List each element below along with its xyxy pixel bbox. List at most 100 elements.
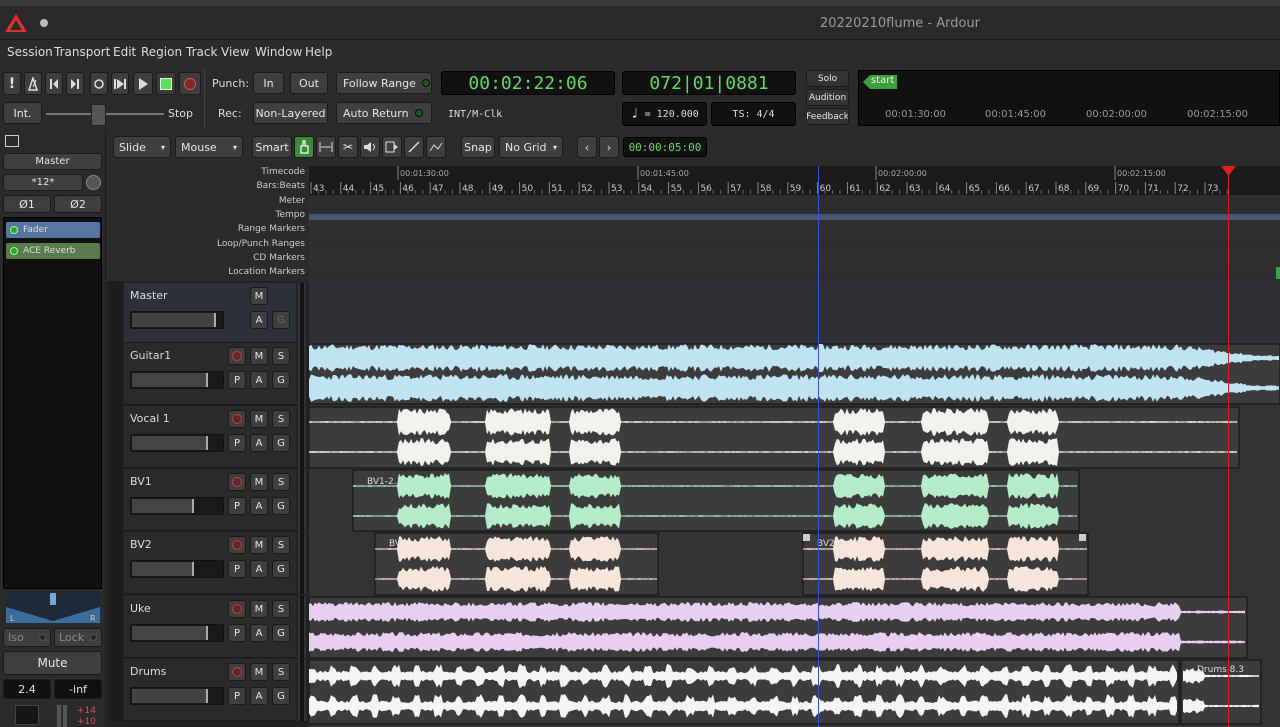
playlist-button[interactable]: P xyxy=(228,560,246,578)
plugin-ace-reverb[interactable]: ACE Reverb xyxy=(6,243,100,259)
solo-button[interactable]: S xyxy=(272,347,290,365)
track-gain-fader[interactable] xyxy=(130,560,224,578)
range-tool-button[interactable] xyxy=(316,136,336,158)
trim-knob-icon[interactable] xyxy=(86,175,101,190)
playlist-button[interactable]: P xyxy=(228,434,246,452)
automation-button[interactable]: A xyxy=(250,687,268,705)
track-name[interactable]: BV2 xyxy=(130,538,152,551)
smart-mode-button[interactable]: Smart xyxy=(252,136,292,158)
audition-indicator[interactable]: Audition xyxy=(806,89,849,106)
playhead-marker-icon[interactable] xyxy=(1221,166,1236,176)
automation-button[interactable]: A xyxy=(250,560,268,578)
phase-invert-2-button[interactable]: Ø2 xyxy=(54,195,102,213)
automation-button[interactable]: A xyxy=(250,434,268,452)
grid-dropdown[interactable]: No Grid ▾ xyxy=(499,136,563,158)
group-button[interactable]: G xyxy=(272,624,290,642)
track-gain-fader[interactable] xyxy=(130,687,224,705)
draw-tool-button[interactable] xyxy=(404,136,424,158)
group-button[interactable]: G xyxy=(272,434,290,452)
nudge-clock[interactable]: 00:00:05:00 xyxy=(623,137,707,157)
processor-box[interactable]: Fader ACE Reverb xyxy=(3,217,102,589)
track-gain-fader[interactable] xyxy=(130,434,224,452)
track-name[interactable]: Guitar1 xyxy=(130,349,171,362)
menu-window[interactable]: Window xyxy=(255,45,302,59)
input-button[interactable]: *12* xyxy=(3,174,83,191)
menu-edit[interactable]: Edit xyxy=(113,45,136,59)
playlist-button[interactable]: P xyxy=(228,497,246,515)
track-name[interactable]: BV1 xyxy=(130,475,152,488)
goto-start-button[interactable] xyxy=(45,72,63,95)
mute-button[interactable]: M xyxy=(250,600,268,618)
menu-help[interactable]: Help xyxy=(305,45,332,59)
automation-button[interactable]: A xyxy=(250,371,268,389)
edit-mode-dropdown[interactable]: Slide ▾ xyxy=(113,136,171,158)
play-range-button[interactable] xyxy=(111,72,129,95)
playlist-button[interactable]: P xyxy=(228,371,246,389)
mute-button[interactable]: M xyxy=(250,410,268,428)
audition-tool-button[interactable] xyxy=(360,136,380,158)
automation-button[interactable]: A xyxy=(250,624,268,642)
track-header[interactable]: Master M A G xyxy=(124,283,296,343)
timeline-tracks[interactable]: BV1-2.1 BV BV2.1 Drums 8.3 xyxy=(309,281,1280,727)
group-button[interactable]: G xyxy=(272,687,290,705)
fader-area[interactable] xyxy=(15,705,39,725)
panic-button[interactable]: ! xyxy=(3,72,21,95)
group-button[interactable]: G xyxy=(272,497,290,515)
track-gain-fader[interactable] xyxy=(130,371,224,389)
track-name[interactable]: Vocal 1 xyxy=(130,412,170,425)
solo-indicator[interactable]: Solo xyxy=(806,70,849,87)
ripple-mode-dropdown[interactable]: Mouse ▾ xyxy=(175,136,243,158)
metronome-button[interactable] xyxy=(24,72,42,95)
content-tool-button[interactable] xyxy=(426,136,446,158)
rulers[interactable]: 43 44 45 46 47 48 49 50 51 52 53 54 55 56 57 58 59 60 61 62… xyxy=(309,166,1280,281)
shuttle-slider-knob[interactable] xyxy=(91,104,106,126)
punch-in-button[interactable]: In xyxy=(253,72,284,94)
rec-arm-button[interactable] xyxy=(228,663,246,681)
nudge-forward-button[interactable]: › xyxy=(599,136,619,158)
track-header[interactable]: Guitar1 M S P A G xyxy=(124,343,296,405)
primary-clock[interactable]: 00:02:22:06 xyxy=(441,71,615,95)
time-signature-display[interactable]: TS: 4/4 xyxy=(711,102,796,126)
internal-sync-button[interactable]: Int. xyxy=(3,102,42,124)
isolate-button[interactable]: Iso xyxy=(3,628,51,647)
group-button[interactable]: G xyxy=(272,371,290,389)
menu-session[interactable]: Session xyxy=(7,45,53,59)
menu-track[interactable]: Track xyxy=(186,45,217,59)
strip-width-icon[interactable] xyxy=(5,135,19,147)
track-gain-fader[interactable] xyxy=(130,624,224,642)
automation-button[interactable]: A xyxy=(250,497,268,515)
track-header[interactable]: BV1 M S P A G xyxy=(124,469,296,531)
start-marker[interactable]: start xyxy=(863,75,897,89)
nudge-backward-button[interactable]: ‹ xyxy=(577,136,597,158)
track-gain-fader[interactable] xyxy=(130,497,224,515)
rec-arm-button[interactable] xyxy=(228,473,246,491)
edit-point-line[interactable] xyxy=(818,166,819,727)
goto-end-button[interactable] xyxy=(66,72,84,95)
track-header[interactable]: Drums M S P A G xyxy=(124,659,296,721)
record-button[interactable] xyxy=(179,72,201,95)
mini-timeline[interactable]: start 00:01:30:00 00:01:45:00 00:02:00:0… xyxy=(858,70,1280,126)
track-header[interactable]: BV2 M S P A G xyxy=(124,532,296,594)
solo-button[interactable]: S xyxy=(272,663,290,681)
strip-name-button[interactable]: Master xyxy=(3,153,102,170)
timeline-canvas[interactable]: BV1-2.1 BV BV2.1 Drums 8.3 xyxy=(309,281,1280,727)
mute-button[interactable]: M xyxy=(250,663,268,681)
mute-button[interactable]: M xyxy=(250,347,268,365)
mute-button[interactable]: M xyxy=(250,473,268,491)
menu-transport[interactable]: Transport xyxy=(54,45,110,59)
lock-button[interactable]: Lock xyxy=(54,628,102,647)
record-mode-dropdown[interactable]: Non-Layered xyxy=(253,102,328,124)
play-button[interactable] xyxy=(133,72,153,95)
track-gain-fader[interactable] xyxy=(130,311,224,329)
playlist-button[interactable]: P xyxy=(228,624,246,642)
plugin-fader[interactable]: Fader xyxy=(6,222,100,238)
solo-button[interactable]: S xyxy=(272,410,290,428)
menu-view[interactable]: View xyxy=(221,45,249,59)
rec-arm-button[interactable] xyxy=(228,410,246,428)
track-name[interactable]: Master xyxy=(130,289,168,302)
rec-arm-button[interactable] xyxy=(228,600,246,618)
stop-button[interactable] xyxy=(156,72,176,95)
track-name[interactable]: Uke xyxy=(130,602,151,615)
group-button[interactable]: G xyxy=(272,311,290,329)
feedback-indicator[interactable]: Feedback xyxy=(806,108,849,125)
